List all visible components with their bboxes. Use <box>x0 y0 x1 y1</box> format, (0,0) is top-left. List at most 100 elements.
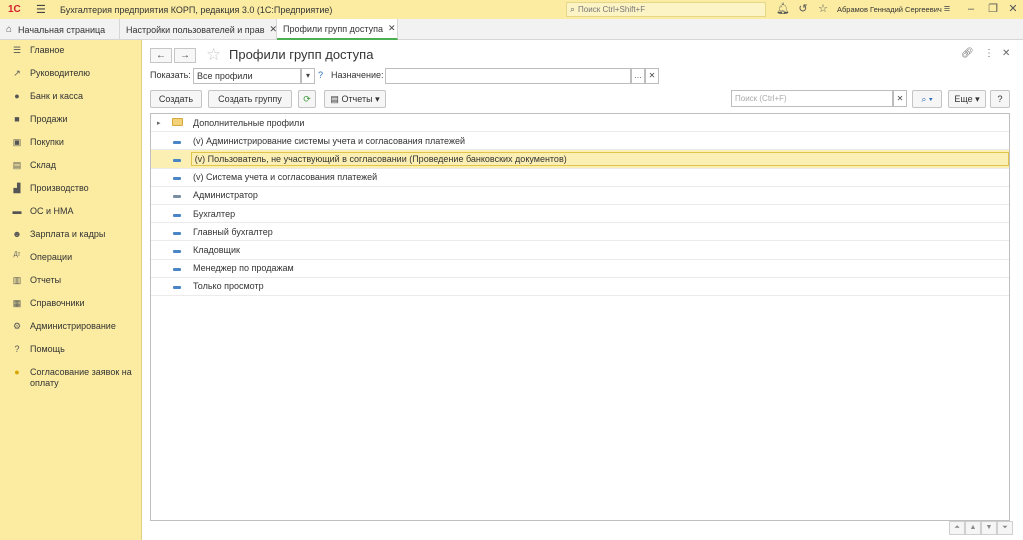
sidebar-item-bank[interactable]: ● Банк и касса <box>0 86 141 109</box>
profile-icon <box>169 227 185 237</box>
clear-icon[interactable]: ✕ <box>645 68 659 84</box>
app-logo: 1С <box>8 4 21 15</box>
sidebar-item-manager[interactable]: ↗ Руководителю <box>0 63 141 86</box>
profile-icon <box>169 245 185 255</box>
more-vert-icon[interactable]: ⋮ <box>984 48 994 59</box>
create-button[interactable]: Создать <box>150 90 202 108</box>
more-button[interactable]: Еще ▾ <box>948 90 986 108</box>
help-question-icon[interactable]: ? <box>318 70 323 80</box>
scroll-up-icon[interactable]: ▲ <box>965 521 981 535</box>
history-icon[interactable]: ↺ <box>796 2 810 16</box>
sidebar-item-purchases[interactable]: ▣ Покупки <box>0 132 141 155</box>
scroll-buttons: ⏶ ▲ ▼ ⏷ <box>949 521 1013 535</box>
list-item[interactable]: Кладовщик <box>151 241 1009 260</box>
expand-arrow-icon[interactable]: ▸ <box>157 119 167 127</box>
menu-lines-icon: ☰ <box>12 45 22 55</box>
close-tab-icon[interactable]: ✕ <box>388 23 396 34</box>
dt-kt-icon: Дт <box>13 252 21 258</box>
tab-home[interactable]: ⌂ Начальная страница <box>0 19 120 40</box>
profile-icon <box>169 281 185 291</box>
profile-icon <box>169 263 185 273</box>
create-group-button[interactable]: Создать группу <box>208 90 292 108</box>
sidebar-item-main[interactable]: ☰ Главное <box>0 40 141 63</box>
global-search[interactable]: ⌕ <box>566 2 766 17</box>
list-item[interactable]: ▸ Дополнительные профили <box>151 114 1009 133</box>
close-tab-icon[interactable]: ✕ <box>269 24 277 35</box>
chevron-down-icon: ▾ <box>375 94 380 104</box>
main-menu-icon[interactable]: ☰ <box>36 3 48 16</box>
sidebar-item-operations[interactable]: Дт Операции <box>0 247 141 270</box>
tab-user-settings[interactable]: Настройки пользователей и прав ✕ <box>120 19 277 40</box>
sidebar-item-sales[interactable]: ■ Продажи <box>0 109 141 132</box>
forward-button[interactable]: → <box>174 48 196 63</box>
sidebar-item-admin[interactable]: ⚙ Администрирование <box>0 316 141 339</box>
purpose-label: Назначение: <box>331 70 384 80</box>
profile-icon <box>169 172 185 182</box>
search-input[interactable]: Поиск (Ctrl+F) <box>731 90 893 107</box>
select-ellipsis-icon[interactable]: … <box>631 68 645 84</box>
sidebar-item-help[interactable]: ? Помощь <box>0 339 141 362</box>
list-item-selected[interactable]: (v) Пользователь, не участвующий в согла… <box>151 150 1009 169</box>
close-window-icon[interactable]: ✕ <box>1006 2 1020 16</box>
warehouse-icon: ▤ <box>12 160 22 170</box>
profile-icon <box>169 136 185 146</box>
book-icon: ▦ <box>12 298 22 308</box>
filter-row: Показать: Все профили ▾ ? Назначение: … … <box>150 68 670 84</box>
help-button[interactable]: ? <box>990 90 1010 108</box>
sidebar-item-catalogs[interactable]: ▦ Справочники <box>0 293 141 316</box>
chevron-down-icon[interactable]: ▾ <box>301 68 315 84</box>
person-icon: ☻ <box>12 229 22 239</box>
minimize-icon[interactable]: – <box>964 2 978 16</box>
list-item[interactable]: Бухгалтер <box>151 205 1009 224</box>
purpose-field[interactable] <box>385 68 631 84</box>
scroll-down-icon[interactable]: ▼ <box>981 521 997 535</box>
settings-menu-icon[interactable]: ≡ <box>940 2 954 16</box>
favorite-star-icon[interactable]: ☆ <box>206 45 221 65</box>
bar-chart-icon: ▥ <box>12 275 22 285</box>
list-item[interactable]: (v) Система учета и согласования платеже… <box>151 169 1009 187</box>
back-button[interactable]: ← <box>150 48 172 63</box>
sidebar-item-approvals[interactable]: ● Согласование заявок на оплату <box>0 362 141 395</box>
bag-icon: ■ <box>14 114 20 124</box>
list-item[interactable]: Администратор <box>151 187 1009 205</box>
tab-bar: ⌂ Начальная страница Настройки пользоват… <box>0 19 1023 40</box>
scroll-top-icon[interactable]: ⏶ <box>949 521 965 535</box>
coin-icon: ● <box>14 91 20 101</box>
profile-icon <box>169 154 185 164</box>
list-item[interactable]: (v) Администрирование системы учета и со… <box>151 132 1009 151</box>
refresh-icon[interactable]: ⟳ <box>298 90 316 108</box>
list-item[interactable]: Главный бухгалтер <box>151 223 1009 242</box>
sidebar: ☰ Главное ↗ Руководителю ● Банк и касса ■ Пр… <box>0 40 142 540</box>
scroll-bottom-icon[interactable]: ⏷ <box>997 521 1013 535</box>
user-name[interactable]: Абрамов Геннадий Сергеевич <box>837 5 942 14</box>
approval-icon: ● <box>14 367 20 377</box>
maximize-icon[interactable]: ❐ <box>986 2 1000 16</box>
folder-icon <box>169 117 185 128</box>
chevron-down-icon: ▾ <box>975 94 980 104</box>
search-icon: ⌕ <box>570 4 576 14</box>
list-item[interactable]: Только просмотр <box>151 278 1009 296</box>
favorites-icon[interactable]: ☆ <box>816 2 830 16</box>
sidebar-item-warehouse[interactable]: ▤ Склад <box>0 155 141 178</box>
app-title: Бухгалтерия предприятия КОРП, редакция 3… <box>60 4 333 15</box>
list-item[interactable]: Менеджер по продажам <box>151 260 1009 278</box>
show-select[interactable]: Все профили <box>193 68 301 84</box>
bell-icon[interactable]: 🔔︎ <box>776 2 790 16</box>
link-icon[interactable]: 🔗︎ <box>961 48 974 59</box>
sidebar-item-reports[interactable]: ▥ Отчеты <box>0 270 141 293</box>
sidebar-item-assets[interactable]: ▬ ОС и НМА <box>0 201 141 224</box>
gear-icon: ⚙ <box>12 321 22 331</box>
title-bar: 1С ☰ Бухгалтерия предприятия КОРП, редак… <box>0 0 1023 19</box>
sidebar-item-salary[interactable]: ☻ Зарплата и кадры <box>0 224 141 247</box>
clear-search-icon[interactable]: ✕ <box>893 90 907 107</box>
factory-icon: ▟ <box>13 183 21 193</box>
question-icon: ? <box>14 344 20 354</box>
sidebar-item-production[interactable]: ▟ Производство <box>0 178 141 201</box>
profiles-list[interactable]: ▸ Дополнительные профили (v) Администрир… <box>150 113 1010 521</box>
tab-access-profiles[interactable]: Профили групп доступа ✕ <box>277 19 398 40</box>
search-button[interactable]: ⌕ ▾ <box>912 90 942 108</box>
close-form-icon[interactable]: ✕ <box>1002 48 1010 59</box>
global-search-input[interactable] <box>578 5 749 14</box>
home-icon: ⌂ <box>6 24 13 35</box>
reports-button[interactable]: ▤ Отчеты ▾ <box>324 90 386 108</box>
